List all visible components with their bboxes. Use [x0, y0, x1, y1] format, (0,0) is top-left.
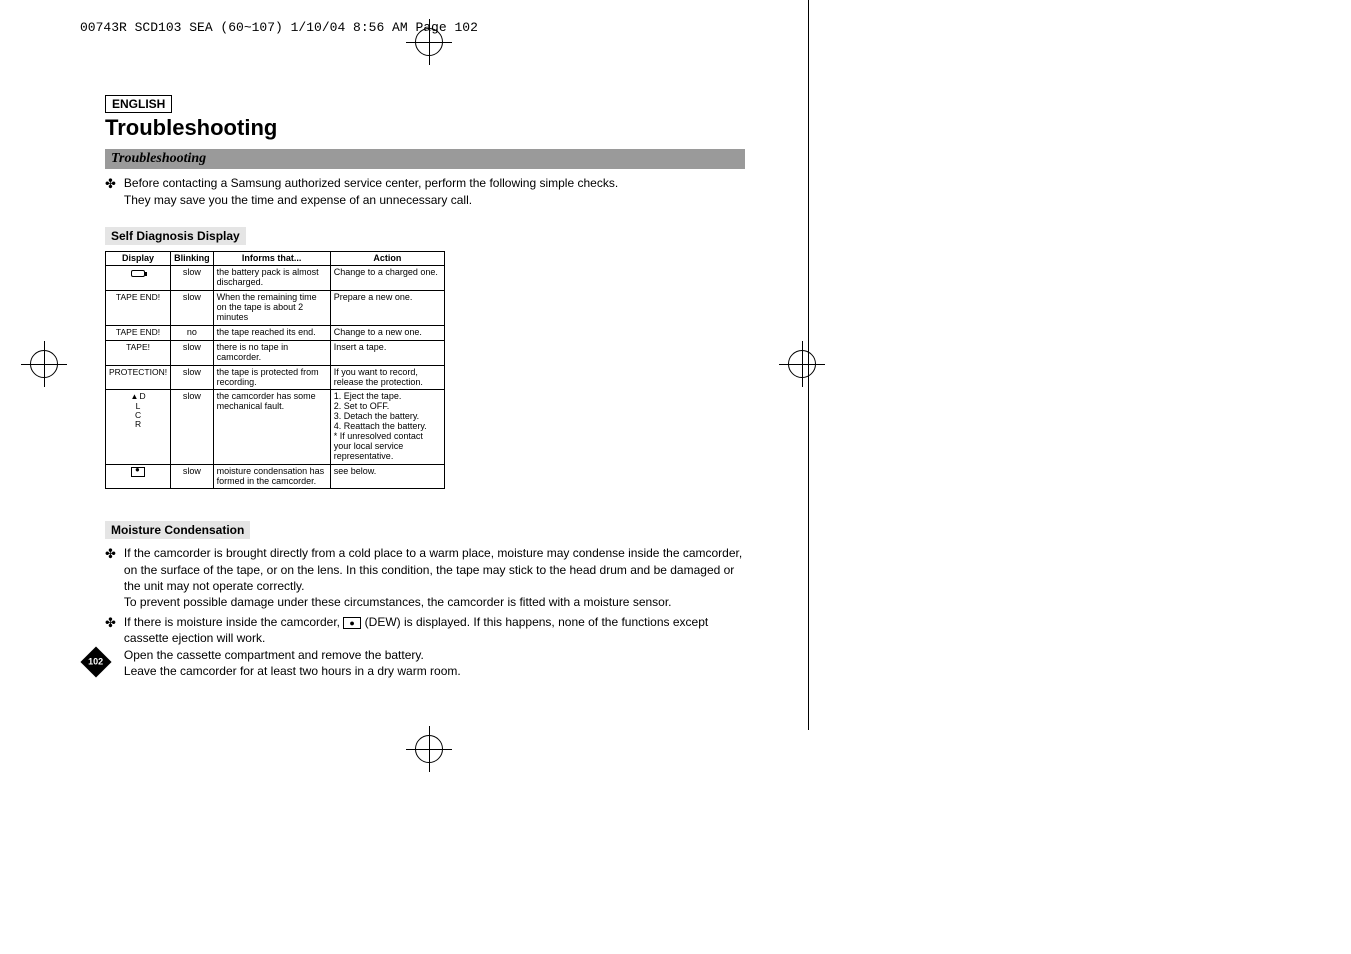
eject-icon: [131, 391, 140, 401]
table-row: TAPE END!slowWhen the remaining time on …: [106, 291, 445, 326]
table-row: slowmoisture condensation has formed in …: [106, 464, 445, 489]
table-row: TAPE!slowthere is no tape in camcorder.I…: [106, 340, 445, 365]
table-row: PROTECTION!slowthe tape is protected fro…: [106, 365, 445, 390]
blinking-cell: slow: [171, 291, 214, 326]
table-header: Action: [330, 251, 444, 266]
action-cell: see below.: [330, 464, 444, 489]
informs-cell: the tape is protected from recording.: [213, 365, 330, 390]
table-row: TAPE END!nothe tape reached its end.Chan…: [106, 325, 445, 340]
blinking-cell: slow: [171, 464, 214, 489]
blinking-cell: slow: [171, 340, 214, 365]
table-row: slowthe battery pack is almost discharge…: [106, 266, 445, 291]
informs-cell: the battery pack is almost discharged.: [213, 266, 330, 291]
table-header: Blinking: [171, 251, 214, 266]
page-divider: [808, 0, 809, 730]
bullet-icon: ✤: [105, 175, 116, 209]
display-cell: [106, 266, 171, 291]
blinking-cell: slow: [171, 266, 214, 291]
display-cell: [106, 464, 171, 489]
crop-mark-icon: [30, 350, 58, 378]
language-label: ENGLISH: [105, 95, 172, 113]
informs-cell: there is no tape in camcorder.: [213, 340, 330, 365]
moisture-paragraph: If the camcorder is brought directly fro…: [124, 545, 745, 610]
blinking-cell: slow: [171, 365, 214, 390]
subheading-diagnosis: Self Diagnosis Display: [105, 227, 246, 245]
informs-cell: moisture condensation has formed in the …: [213, 464, 330, 489]
action-cell: Change to a new one.: [330, 325, 444, 340]
blinking-cell: slow: [171, 390, 214, 464]
table-header: Informs that...: [213, 251, 330, 266]
informs-cell: the tape reached its end.: [213, 325, 330, 340]
display-cell: PROTECTION!: [106, 365, 171, 390]
display-cell: TAPE!: [106, 340, 171, 365]
page-title: Troubleshooting: [105, 115, 745, 141]
crop-mark-icon: [415, 735, 443, 763]
crop-mark-icon: [415, 28, 443, 56]
action-cell: Insert a tape.: [330, 340, 444, 365]
page-number-marker: 102: [85, 651, 111, 677]
action-cell: Change to a charged one.: [330, 266, 444, 291]
action-cell: 1. Eject the tape.2. Set to OFF.3. Detac…: [330, 390, 444, 464]
table-row: DLCRslowthe camcorder has some mechanica…: [106, 390, 445, 464]
action-cell: If you want to record, release the prote…: [330, 365, 444, 390]
display-cell: DLCR: [106, 390, 171, 464]
dew-icon: [131, 467, 145, 477]
bullet-icon: ✤: [105, 545, 116, 610]
battery-icon: [131, 270, 145, 277]
blinking-cell: no: [171, 325, 214, 340]
diagnosis-table: Display Blinking Informs that... Action …: [105, 251, 445, 490]
moisture-section: Moisture Condensation ✤ If the camcorder…: [105, 503, 745, 679]
subheading-moisture: Moisture Condensation: [105, 521, 250, 539]
informs-cell: When the remaining time on the tape is a…: [213, 291, 330, 326]
display-cell: TAPE END!: [106, 291, 171, 326]
table-header: Display: [106, 251, 171, 266]
action-cell: Prepare a new one.: [330, 291, 444, 326]
intro-text: ✤ Before contacting a Samsung authorized…: [105, 175, 745, 209]
intro-line: Before contacting a Samsung authorized s…: [124, 176, 618, 190]
page-content: ENGLISH Troubleshooting Troubleshooting …: [105, 95, 745, 679]
informs-cell: the camcorder has some mechanical fault.: [213, 390, 330, 464]
moisture-paragraph: If there is moisture inside the camcorde…: [124, 614, 745, 679]
crop-mark-icon: [788, 350, 816, 378]
display-cell: TAPE END!: [106, 325, 171, 340]
intro-line: They may save you the time and expense o…: [124, 193, 472, 207]
section-heading: Troubleshooting: [105, 149, 745, 169]
dew-icon: [343, 617, 361, 629]
